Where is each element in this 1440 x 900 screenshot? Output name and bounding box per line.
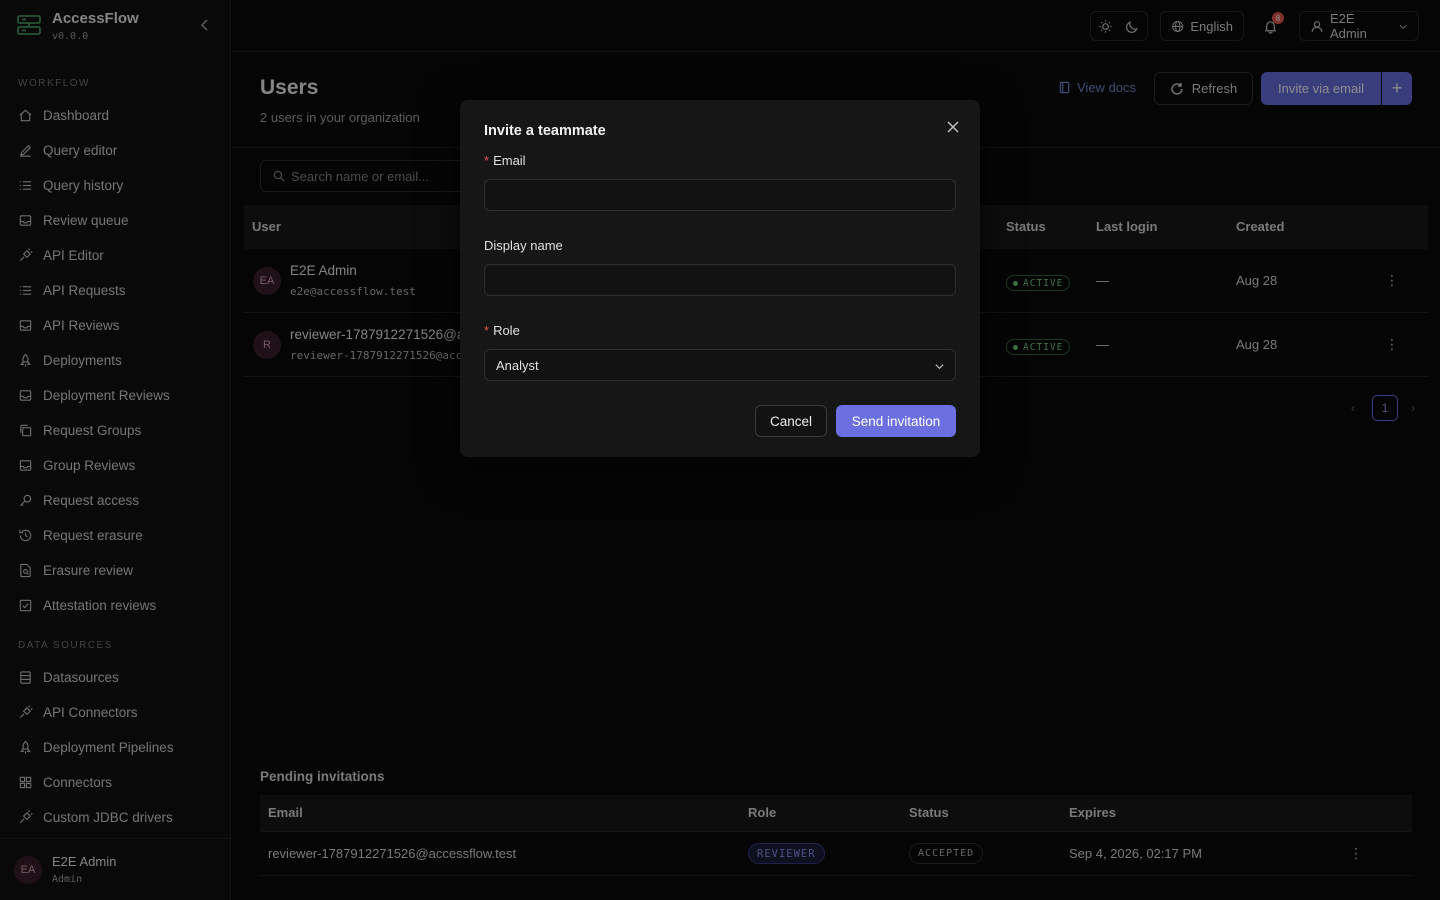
chevron-down-icon bbox=[935, 364, 944, 370]
role-select-value: Analyst bbox=[496, 357, 539, 373]
cancel-button[interactable]: Cancel bbox=[755, 405, 827, 437]
email-label: * Email bbox=[484, 153, 526, 168]
role-select[interactable]: Analyst bbox=[484, 349, 956, 381]
display-name-field[interactable] bbox=[484, 264, 956, 296]
dialog-title: Invite a teammate bbox=[484, 123, 606, 139]
role-label: * Role bbox=[484, 323, 520, 338]
email-field[interactable] bbox=[484, 179, 956, 211]
close-icon[interactable] bbox=[944, 118, 962, 136]
send-invitation-button[interactable]: Send invitation bbox=[836, 405, 956, 437]
display-name-label: Display name bbox=[484, 238, 563, 253]
invite-teammate-dialog: Invite a teammate * Email Display name * R… bbox=[460, 100, 980, 457]
